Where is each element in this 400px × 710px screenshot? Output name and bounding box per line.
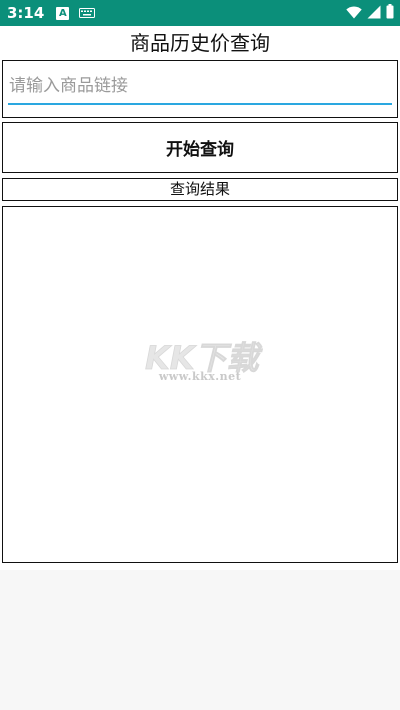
notification-a-icon: A	[56, 6, 70, 20]
input-container	[2, 60, 398, 118]
watermark-url: www.kkx.net	[158, 370, 242, 383]
page-title: 商品历史价查询	[130, 31, 270, 55]
start-query-button[interactable]: 开始查询	[2, 122, 398, 173]
battery-icon	[386, 3, 394, 23]
result-display-area[interactable]: KK下载 www.kkx.net	[2, 206, 398, 563]
keyboard-icon	[79, 8, 96, 18]
status-indicators	[346, 3, 394, 23]
product-link-input[interactable]	[8, 69, 392, 105]
result-label: 查询结果	[2, 178, 398, 201]
status-time: 3:14	[7, 4, 45, 22]
signal-icon	[367, 4, 381, 23]
status-bar: 3:14 A	[0, 0, 400, 26]
wifi-icon	[346, 4, 362, 23]
